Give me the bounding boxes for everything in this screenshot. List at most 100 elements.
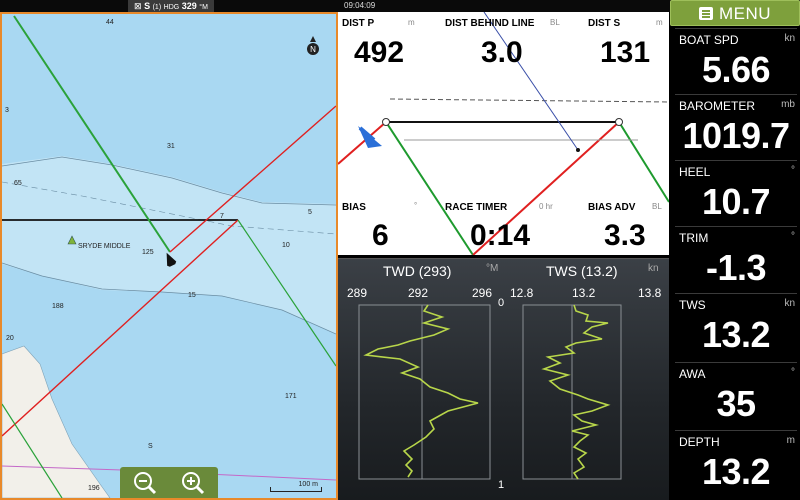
cell-label: DEPTH bbox=[679, 435, 720, 449]
tws-title: TWS (13.2) bbox=[546, 263, 618, 279]
cell-value: 1019.7 bbox=[682, 115, 790, 156]
depth-sounding: 31 bbox=[167, 143, 175, 150]
depth-sounding: 188 bbox=[52, 303, 64, 310]
dist-behind-label: DIST BEHIND LINE bbox=[445, 18, 535, 29]
chart-map[interactable]: SRYDE MIDDLE N 44 3 65 31 7 5 10 125 15 … bbox=[2, 14, 336, 498]
time-axis-start: 0 bbox=[498, 297, 505, 309]
depth-sounding: 171 bbox=[285, 393, 297, 400]
bias-adv-label: BIAS ADV bbox=[588, 202, 636, 213]
race-timer-unit: 0 hr bbox=[539, 202, 553, 211]
race-timer-label: RACE TIMER bbox=[445, 202, 508, 213]
cell-value: 10.7 bbox=[701, 181, 771, 222]
chart-panel[interactable]: SRYDE MIDDLE N 44 3 65 31 7 5 10 125 15 … bbox=[0, 12, 338, 500]
wind-trend-panel[interactable]: TWD (293) °M TWS (13.2) kn 289 292 296 1… bbox=[338, 258, 669, 500]
barometer-cell[interactable]: BAROMETER mb 1019.7 bbox=[675, 94, 797, 158]
data-sidebar: MENU BOAT SPD kn 5.66 BAROMETER mb 1019.… bbox=[670, 0, 800, 500]
cell-value: 35 bbox=[716, 383, 756, 424]
scale-label: 100 m bbox=[298, 481, 318, 488]
depth-sounding: S bbox=[148, 443, 153, 450]
dist-behind-unit: BL bbox=[550, 18, 560, 27]
startline-panel[interactable]: DIST P m 492 DIST BEHIND LINE BL 3.0 DIS… bbox=[338, 12, 669, 255]
bias-adv-unit: BL bbox=[652, 202, 662, 211]
tws-tick: 13.8 bbox=[638, 286, 662, 300]
cell-unit: ° bbox=[791, 231, 795, 242]
port-layline-green bbox=[385, 121, 474, 255]
tws-trace bbox=[541, 304, 611, 480]
boat-end-icon[interactable] bbox=[615, 118, 623, 126]
dist-s-value: 131 bbox=[600, 36, 651, 69]
satellite-status: S bbox=[144, 1, 151, 11]
twd-tick: 296 bbox=[472, 286, 493, 300]
depth-sounding: 20 bbox=[6, 335, 14, 342]
heel-cell[interactable]: HEEL ° 10.7 bbox=[675, 160, 797, 224]
dist-behind-value: 3.0 bbox=[481, 36, 523, 69]
cell-label: TRIM bbox=[679, 231, 709, 245]
depth-sounding: 15 bbox=[188, 292, 196, 299]
depth-sounding: 3 bbox=[5, 107, 9, 114]
north-label: N bbox=[310, 45, 316, 54]
tws-tick: 12.8 bbox=[510, 286, 534, 300]
depth-sounding: 65 bbox=[14, 180, 22, 187]
twd-tick: 292 bbox=[408, 286, 429, 300]
trend-graph bbox=[358, 304, 622, 480]
bias-adv-value: 3.3 bbox=[604, 219, 646, 252]
cell-unit: ° bbox=[791, 367, 795, 378]
bias-label: BIAS bbox=[342, 202, 366, 213]
twd-unit: °M bbox=[486, 263, 499, 274]
cell-unit: kn bbox=[784, 298, 795, 309]
clock-time: 09:04:09 bbox=[344, 1, 376, 10]
cell-label: BOAT SPD bbox=[679, 33, 739, 47]
tws-unit: kn bbox=[648, 263, 659, 274]
place-label: SRYDE MIDDLE bbox=[78, 243, 131, 250]
twd-title: TWD (293) bbox=[383, 263, 452, 279]
cell-unit: m bbox=[786, 435, 795, 446]
tws-cell[interactable]: TWS kn 13.2 bbox=[675, 293, 797, 357]
gps-icon: ⊠ bbox=[134, 1, 142, 11]
cell-unit: mb bbox=[781, 99, 795, 110]
cell-value: 13.2 bbox=[701, 451, 771, 492]
cell-value: 13.2 bbox=[701, 314, 771, 355]
cell-value: 5.66 bbox=[701, 49, 771, 90]
time-axis-end: 1 bbox=[498, 479, 505, 491]
ladder-line bbox=[389, 98, 669, 103]
zoom-controls bbox=[120, 467, 218, 498]
dist-p-value: 492 bbox=[354, 36, 405, 69]
depth-sounding: 7 bbox=[220, 213, 224, 220]
status-gps-heading[interactable]: ⊠ S (1) HDG 329 °M bbox=[128, 0, 214, 12]
cell-label: BAROMETER bbox=[679, 99, 756, 113]
depth-sounding: 10 bbox=[282, 242, 290, 249]
bias-value: 6 bbox=[372, 219, 389, 252]
bias-unit: ° bbox=[414, 201, 418, 210]
depth-sounding: 125 bbox=[142, 249, 154, 256]
heading-unit: °M bbox=[199, 4, 208, 11]
heading-value: 329 bbox=[181, 1, 197, 11]
race-timer-value: 0:14 bbox=[470, 219, 531, 252]
depth-cell[interactable]: DEPTH m 13.2 bbox=[675, 430, 797, 494]
dist-s-unit: m bbox=[656, 18, 663, 27]
north-arrow-icon bbox=[310, 36, 316, 42]
dist-s-label: DIST S bbox=[588, 18, 621, 29]
boat-speed-cell[interactable]: BOAT SPD kn 5.66 bbox=[675, 28, 797, 92]
awa-cell[interactable]: AWA ° 35 bbox=[675, 362, 797, 426]
pin-end-icon[interactable] bbox=[382, 118, 390, 126]
stbd-layline-green bbox=[618, 121, 669, 203]
dist-p-unit: m bbox=[408, 18, 415, 27]
zoom-in-button[interactable] bbox=[178, 470, 208, 496]
trim-cell[interactable]: TRIM ° -1.3 bbox=[675, 226, 797, 290]
scale-bar: 100 m bbox=[270, 481, 322, 492]
menu-label: MENU bbox=[719, 4, 772, 23]
cell-label: AWA bbox=[679, 367, 706, 381]
cell-label: HEEL bbox=[679, 165, 711, 179]
depth-sounding: 196 bbox=[88, 485, 100, 492]
zoom-in-icon bbox=[182, 472, 205, 495]
zoom-out-button[interactable] bbox=[130, 470, 160, 496]
twd-plot-frame bbox=[358, 304, 491, 480]
heading-label: HDG bbox=[163, 4, 180, 11]
satellite-count: (1) bbox=[152, 4, 162, 11]
boat-position-icon bbox=[576, 148, 580, 152]
wind-line bbox=[483, 12, 579, 151]
depth-sounding: 5 bbox=[308, 209, 312, 216]
cell-label: TWS bbox=[679, 298, 706, 312]
menu-button[interactable]: MENU bbox=[670, 0, 800, 26]
tws-tick: 13.2 bbox=[572, 286, 596, 300]
